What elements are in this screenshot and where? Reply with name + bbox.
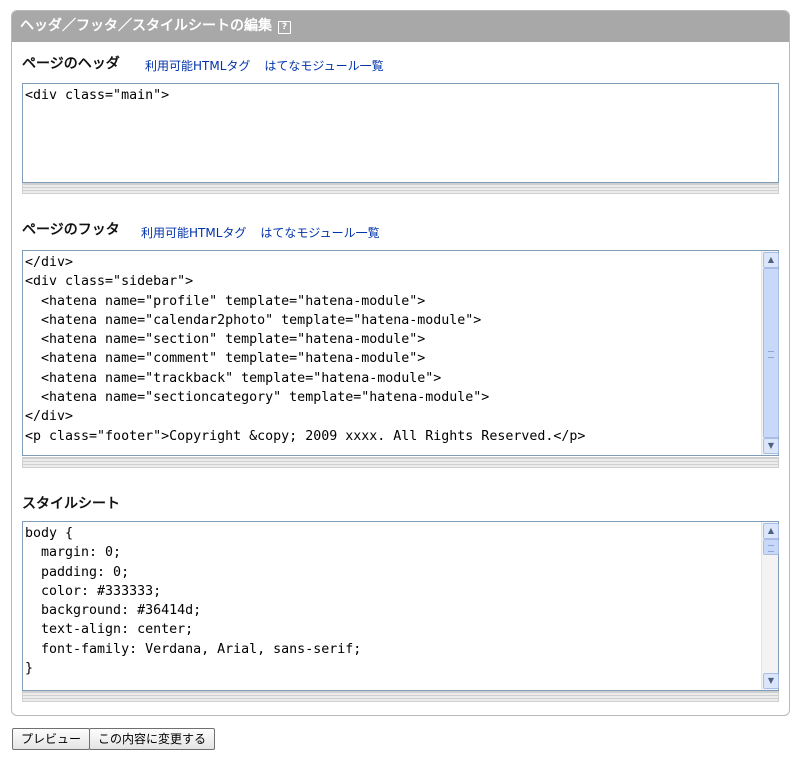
- stylesheet-resize-handle[interactable]: [22, 691, 779, 702]
- html-tags-link[interactable]: 利用可能HTMLタグ: [141, 226, 246, 240]
- header-links: 利用可能HTMLタグ はてなモジュール一覧: [145, 57, 398, 74]
- panel-title: ヘッダ／フッタ／スタイルシートの編集: [20, 18, 272, 34]
- arrow-down-icon[interactable]: ▼: [763, 673, 779, 689]
- stylesheet-textarea-content: body { margin: 0; padding: 0; color: #33…: [25, 526, 362, 677]
- stylesheet-section-title: スタイルシート: [22, 496, 120, 512]
- footer-textarea[interactable]: </div> <div class="sidebar"> <hatena nam…: [22, 250, 779, 456]
- header-resize-handle[interactable]: [22, 183, 779, 194]
- footer-scrollbar[interactable]: ▲ ▼: [761, 251, 779, 455]
- arrow-up-icon[interactable]: ▲: [763, 523, 779, 539]
- header-textarea-content: <div class="main">: [25, 88, 170, 103]
- edit-panel: ヘッダ／フッタ／スタイルシートの編集? ページのヘッダ 利用可能HTMLタグ はて…: [11, 10, 790, 716]
- footer-section-title: ページのフッタ: [22, 222, 120, 238]
- arrow-down-icon[interactable]: ▼: [763, 438, 779, 454]
- help-icon[interactable]: ?: [278, 21, 291, 34]
- panel-header: ヘッダ／フッタ／スタイルシートの編集?: [12, 11, 789, 42]
- hatena-modules-link[interactable]: はてなモジュール一覧: [264, 59, 383, 73]
- scroll-thumb[interactable]: [763, 539, 779, 555]
- html-tags-link[interactable]: 利用可能HTMLタグ: [145, 59, 250, 73]
- apply-button[interactable]: この内容に変更する: [89, 728, 216, 750]
- footer-textarea-content: </div> <div class="sidebar"> <hatena nam…: [25, 255, 586, 444]
- header-textarea[interactable]: <div class="main">: [22, 83, 779, 183]
- footer-links: 利用可能HTMLタグ はてなモジュール一覧: [141, 224, 394, 241]
- header-section-title: ページのヘッダ: [22, 56, 120, 72]
- arrow-up-icon[interactable]: ▲: [763, 252, 779, 268]
- preview-button[interactable]: プレビュー: [12, 728, 91, 750]
- stylesheet-textarea[interactable]: body { margin: 0; padding: 0; color: #33…: [22, 521, 779, 691]
- hatena-modules-link[interactable]: はてなモジュール一覧: [260, 226, 379, 240]
- stylesheet-scrollbar[interactable]: ▲ ▼: [761, 522, 779, 690]
- scroll-thumb[interactable]: [763, 268, 779, 438]
- footer-resize-handle[interactable]: [22, 457, 779, 468]
